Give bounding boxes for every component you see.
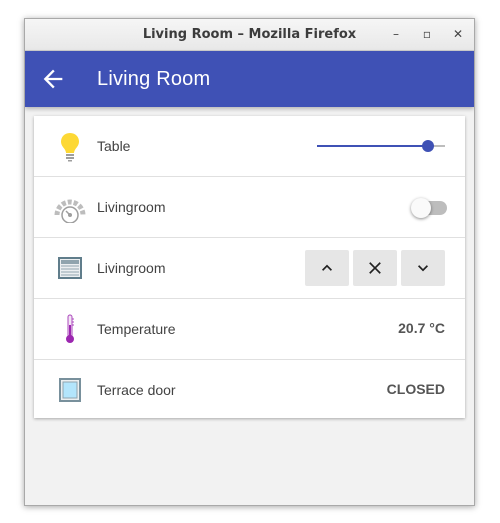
entity-label: Livingroom [97, 260, 166, 276]
browser-window: Living Room – Mozilla Firefox – ▫ ✕ Livi… [24, 18, 475, 506]
door-icon [54, 374, 86, 406]
window-titlebar: Living Room – Mozilla Firefox – ▫ ✕ [25, 19, 474, 51]
entity-label: Table [97, 138, 131, 154]
entities-card: Table Livingroom Livingroom Temperature … [34, 116, 465, 418]
cover-close-button[interactable] [401, 250, 445, 286]
slider-thumb[interactable] [422, 140, 435, 152]
thermometer-icon [54, 313, 86, 345]
entity-row-temperature: Temperature 20.7 °C [34, 299, 465, 360]
chevron-down-icon [418, 265, 428, 272]
entity-row-livingroom-detector: Livingroom [34, 177, 465, 238]
entity-row-table-light: Table [34, 116, 465, 177]
slider-fill [317, 145, 429, 147]
cover-stop-button[interactable] [353, 250, 397, 286]
maximize-button[interactable]: ▫ [418, 25, 436, 43]
window-shutter-icon [54, 252, 86, 284]
chevron-up-icon [322, 264, 332, 271]
cover-open-button[interactable] [305, 250, 349, 286]
entity-label: Livingroom [97, 199, 166, 215]
entity-row-terrace-door: Terrace door CLOSED [34, 360, 465, 420]
stop-x-icon [369, 262, 381, 274]
lightbulb-icon [54, 130, 86, 162]
toggle-thumb [411, 198, 431, 218]
close-button[interactable]: ✕ [449, 25, 467, 43]
window-title: Living Room – Mozilla Firefox [142, 27, 357, 42]
brightness-slider[interactable] [317, 136, 445, 156]
entity-label: Temperature [97, 321, 176, 337]
smoke-detector-icon [54, 191, 86, 224]
back-button[interactable] [39, 65, 67, 93]
arrow-left-icon [43, 69, 63, 89]
page-title: Living Room [97, 68, 211, 90]
door-state-value: CLOSED [386, 381, 445, 397]
entity-row-livingroom-cover: Livingroom [34, 238, 465, 299]
minimize-button[interactable]: – [387, 25, 405, 43]
entity-label: Terrace door [97, 382, 176, 398]
temperature-value: 20.7 °C [398, 320, 445, 336]
app-toolbar: Living Room [25, 51, 474, 107]
detector-toggle[interactable] [411, 196, 447, 218]
